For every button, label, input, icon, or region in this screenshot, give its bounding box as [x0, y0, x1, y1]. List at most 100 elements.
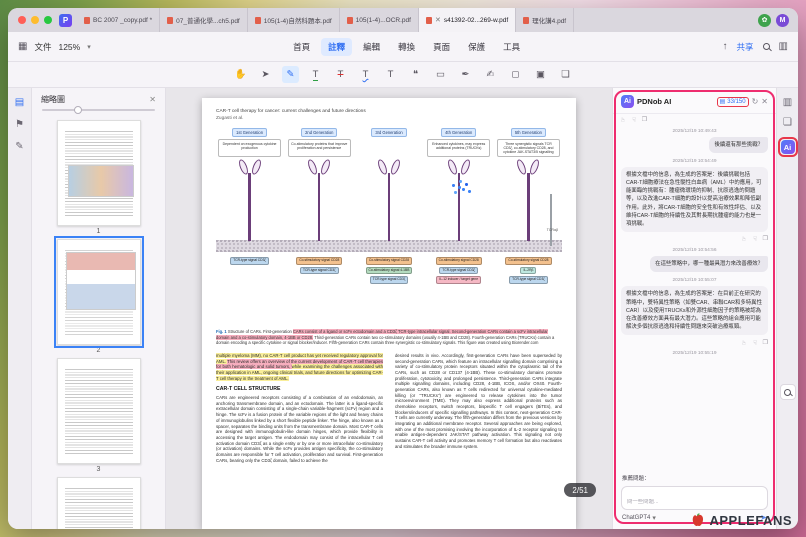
slider-knob[interactable] [74, 106, 82, 114]
pdf-file-icon [255, 17, 261, 24]
zoom-chevron-icon[interactable]: ▾ [87, 43, 91, 51]
account-avatar[interactable]: M [776, 14, 789, 27]
message-timestamp: 2025/12/19 10:49:43 [621, 129, 768, 134]
slider-track[interactable] [42, 109, 155, 111]
thumbnail-panel: 縮略圖 ✕ 1234 [32, 88, 166, 529]
generation-note: Dependent on exogenous cytokine producti… [218, 139, 281, 157]
tab-label: BC 2007 _copy.pdf * [93, 17, 152, 24]
menu-tab-1[interactable]: 註釋 [321, 38, 352, 56]
sidebar-toggle-icon[interactable]: ▦ [18, 41, 27, 52]
document-tab[interactable]: 105(1-4)自然科題本.pdf [248, 8, 340, 32]
close-window-button[interactable] [18, 16, 26, 24]
text-tool-icon[interactable]: T [382, 66, 399, 83]
right-panel-toggle-icon[interactable]: ▥ [779, 41, 788, 52]
menu-tab-2[interactable]: 編輯 [356, 38, 387, 56]
ai-assistant-button[interactable]: Ai [781, 140, 795, 154]
thumbnail-item[interactable]: 1 [55, 120, 143, 236]
domain-chip-list: Co-stimulatory signal CD28TCR-type signa… [425, 257, 492, 283]
thumbs-up-icon[interactable]: ☞ [741, 236, 748, 241]
domain-chip: Co-stimulatory signal CD28 [296, 257, 342, 265]
receptor-stem [248, 173, 250, 241]
ai-input-box [621, 486, 768, 510]
document-search-button[interactable] [780, 384, 796, 400]
minimize-window-button[interactable] [31, 16, 39, 24]
file-menu-button[interactable]: 文件 [34, 41, 51, 53]
close-ai-panel-icon[interactable]: ✕ [761, 97, 768, 106]
running-header: CAR-T cell therapy for cancer: current c… [216, 108, 562, 122]
section-heading: CAR-T CELL STRUCTURE [216, 386, 383, 393]
close-panel-icon[interactable]: ✕ [149, 95, 156, 104]
copy-icon[interactable]: ❐ [642, 116, 647, 123]
car-receptor-diagram [216, 157, 283, 241]
document-tab[interactable]: 105(1-4)...OCR.pdf [340, 8, 419, 32]
model-selector[interactable]: ChatGPT4 ▾ [622, 514, 656, 522]
document-tab[interactable]: ✕s41392-02...269-w.pdf [419, 8, 516, 32]
share-icon[interactable]: ↑ [723, 41, 728, 52]
message-timestamp: 2025/12/19 10:55:07 [621, 278, 768, 283]
share-button[interactable]: 共享 [737, 41, 754, 53]
search-icon[interactable] [763, 43, 770, 50]
thumbs-down-icon[interactable]: ☞ [751, 339, 758, 344]
quota-value: 33/150 [727, 99, 745, 105]
thumbnails-panel-icon[interactable]: ▤ [15, 97, 24, 108]
close-tab-icon[interactable]: ✕ [435, 16, 441, 24]
annotation-list-icon[interactable]: ✎ [15, 141, 23, 152]
panel-layout-icon[interactable]: ▥ [783, 97, 792, 108]
thumbs-up-icon[interactable]: ☞ [620, 117, 627, 122]
thumbnail-item[interactable]: 4 [55, 477, 143, 529]
thumbs-down-icon[interactable]: ☞ [751, 236, 758, 241]
zoom-window-button[interactable] [44, 16, 52, 24]
menu-tab-0[interactable]: 首頁 [286, 38, 317, 56]
menu-tab-4[interactable]: 頁面 [426, 38, 457, 56]
signature-tool-icon[interactable]: ✍ [482, 66, 499, 83]
image-tool-icon[interactable]: ❏ [557, 66, 574, 83]
bookmark-panel-icon[interactable]: ⚑ [15, 119, 24, 130]
ribbon-menu-tabs: 首頁註釋編輯轉換頁面保護工具 [286, 38, 527, 56]
ai-question-input[interactable] [627, 499, 762, 505]
extension-icon[interactable]: ✿ [758, 14, 771, 27]
thumbnail-item[interactable]: 2 [55, 239, 143, 355]
pan-tool-icon[interactable]: ✋ [232, 66, 249, 83]
strikeout-tool-icon[interactable]: T [332, 66, 349, 83]
figure-1: TCRαβ 1st GenerationDependent on exogeno… [216, 128, 562, 324]
tab-bar-right: ✿ M [749, 14, 798, 27]
menu-tab-3[interactable]: 轉換 [391, 38, 422, 56]
domain-chip: Co-stimulatory signal CD28 [505, 257, 551, 265]
highlight-tool-icon[interactable]: ✎ [282, 66, 299, 83]
desktop-wallpaper: P BC 2007 _copy.pdf *07_普通化學...ch5.pdf10… [0, 0, 806, 537]
underline-tool-icon[interactable]: T [307, 66, 324, 83]
squiggly-tool-icon[interactable]: T [357, 66, 374, 83]
generation-row: 1st GenerationDependent on exogenous cyt… [216, 128, 562, 324]
document-tab[interactable]: 理化講4.pdf [516, 8, 574, 32]
car-receptor-diagram [286, 157, 353, 241]
document-tab[interactable]: BC 2007 _copy.pdf * [77, 8, 160, 32]
copy-icon[interactable]: ❐ [763, 339, 768, 346]
shape-tool-icon[interactable]: ◻ [507, 66, 524, 83]
copy-icon[interactable]: ❐ [763, 235, 768, 242]
stamp-tool-icon[interactable]: ▣ [532, 66, 549, 83]
thumbnail-zoom-slider [32, 109, 165, 118]
note-tool-icon[interactable]: ❝ [407, 66, 424, 83]
document-tab[interactable]: 07_普通化學...ch5.pdf [160, 8, 248, 32]
select-tool-icon[interactable]: ➤ [257, 66, 274, 83]
zoom-level-dropdown[interactable]: 125% [58, 42, 80, 52]
ai-message-bubble: 根據文檔中的信息，為生成的答案是：在目前正在研究的策略中，雙特異性策略（如雙CA… [621, 286, 768, 335]
menu-tab-5[interactable]: 保護 [461, 38, 492, 56]
thumbs-down-icon[interactable]: ☞ [631, 117, 638, 122]
quota-badge: ▤ 33/150 [717, 97, 749, 107]
car-generation: 1st GenerationDependent on exogenous cyt… [216, 128, 283, 324]
scfv-arm-icon [389, 159, 401, 176]
comment-panel-icon[interactable]: ❏ [783, 117, 792, 128]
menu-tab-6[interactable]: 工具 [496, 38, 527, 56]
domain-chip: Co-stimulatory signal 4-1BB [366, 267, 413, 275]
apple-logo-icon [688, 512, 705, 529]
domain-chip-list: Co-stimulatory signal CD28Co-stimulatory… [355, 257, 422, 283]
thumbnail-panel-title: 縮略圖 [41, 94, 65, 105]
thumbs-up-icon[interactable]: ☞ [741, 339, 748, 344]
pen-tool-icon[interactable]: ✒ [457, 66, 474, 83]
refresh-chat-icon[interactable]: ↻ [752, 97, 759, 106]
pdf-app-window: P BC 2007 _copy.pdf *07_普通化學...ch5.pdf10… [8, 8, 798, 529]
textbox-tool-icon[interactable]: ▭ [432, 66, 449, 83]
thumbnail-item[interactable]: 3 [55, 358, 143, 474]
tumour-antigen-dots [458, 186, 460, 188]
